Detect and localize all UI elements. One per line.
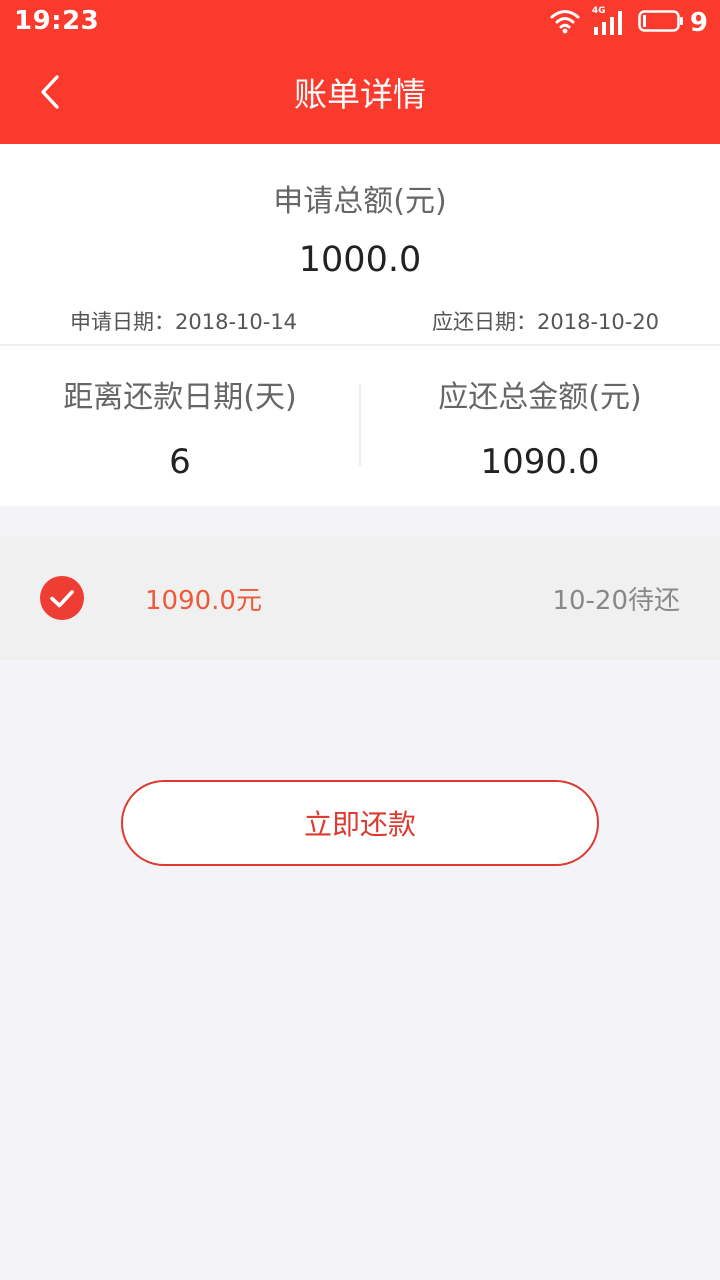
total-due-label: 应还总金额(元) bbox=[438, 380, 642, 415]
apply-date: 申请日期：2018-10-14 bbox=[70, 310, 298, 334]
repay-now-button[interactable]: 立即还款 bbox=[121, 780, 599, 866]
days-remaining-value: 6 bbox=[169, 442, 191, 482]
wifi-icon bbox=[550, 8, 580, 38]
battery-level: 9 bbox=[689, 8, 708, 38]
status-bar: 19:23 4G 9 bbox=[0, 0, 720, 46]
page-title: 账单详情 bbox=[294, 75, 426, 114]
bill-summary-card: 申请总额(元) 1000.0 申请日期：2018-10-14 应还日期：2018… bbox=[0, 144, 720, 506]
nav-bar: 账单详情 bbox=[0, 46, 720, 144]
check-circle-icon[interactable] bbox=[40, 576, 84, 620]
apply-total-amount: 1000.0 bbox=[298, 240, 422, 280]
divider bbox=[0, 344, 720, 346]
battery-icon bbox=[638, 9, 684, 37]
bill-installment-row[interactable]: 1090.0元 10-20待还 bbox=[0, 536, 720, 660]
status-time: 19:23 bbox=[14, 6, 100, 36]
bill-status: 10-20待还 bbox=[552, 586, 680, 616]
cellular-signal-icon: 4G bbox=[592, 6, 626, 37]
status-icons: 4G 9 bbox=[550, 6, 708, 38]
days-remaining-stat: 距离还款日期(天) 6 bbox=[0, 376, 360, 484]
bill-amount: 1090.0元 bbox=[145, 586, 262, 616]
total-due-value: 1090.0 bbox=[480, 442, 600, 482]
total-due-stat: 应还总金额(元) 1090.0 bbox=[360, 376, 720, 484]
due-date: 应还日期：2018-10-20 bbox=[432, 310, 660, 334]
app-header: 19:23 4G 9 账单详情 bbox=[0, 0, 720, 144]
days-remaining-label: 距离还款日期(天) bbox=[63, 380, 297, 415]
apply-total-label: 申请总额(元) bbox=[273, 184, 447, 219]
